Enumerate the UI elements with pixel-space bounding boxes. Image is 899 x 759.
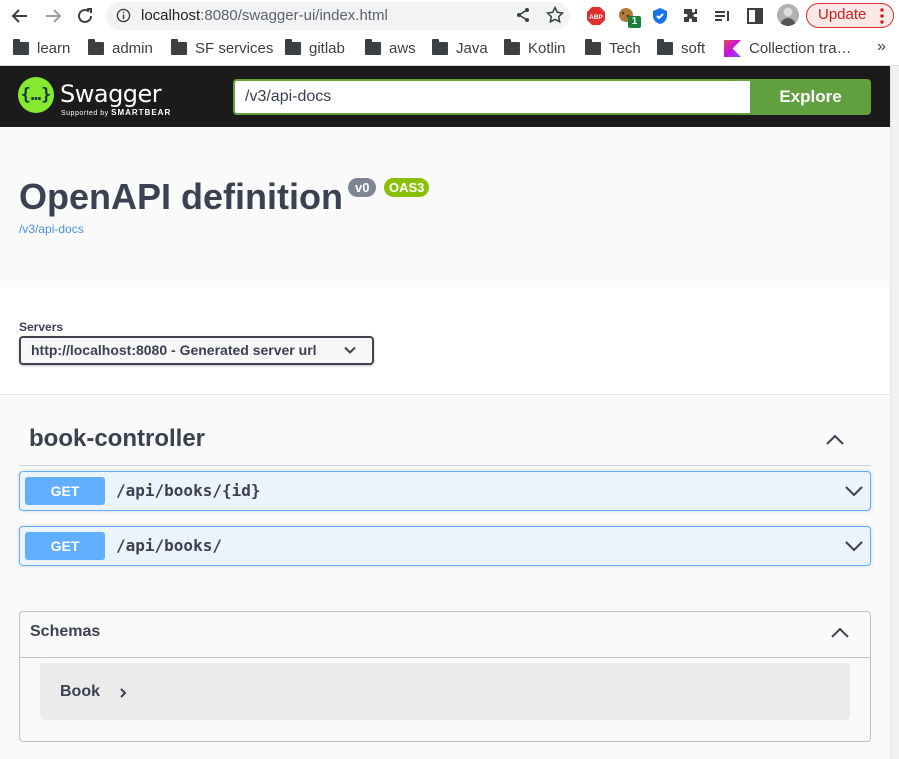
tag-divider xyxy=(19,465,871,466)
more-bookmarks-button[interactable]: » xyxy=(877,38,886,56)
side-panel-icon[interactable] xyxy=(745,6,765,26)
schemas-divider xyxy=(20,657,870,658)
tag-title[interactable]: book-controller xyxy=(29,425,205,453)
back-arrow-icon xyxy=(11,9,27,23)
shield-extension-icon[interactable] xyxy=(650,6,670,26)
bookmark-learn[interactable]: learn xyxy=(13,38,71,57)
folder-icon xyxy=(13,38,29,55)
svg-text:ABP: ABP xyxy=(589,14,603,21)
bookmark-label: Collection tra… xyxy=(749,39,852,57)
bookmark-collection[interactable]: Collection tra… xyxy=(724,39,852,57)
update-label: Update xyxy=(818,6,867,23)
method-badge: GET xyxy=(25,532,105,560)
abp-icon[interactable]: ABP xyxy=(586,6,606,26)
bookmark-aws[interactable]: aws xyxy=(365,38,416,57)
explore-button[interactable]: Explore xyxy=(750,79,871,115)
schemas-title[interactable]: Schemas xyxy=(30,623,100,641)
kebab-menu-icon[interactable] xyxy=(878,7,886,25)
back-button[interactable] xyxy=(8,4,32,28)
folder-icon xyxy=(504,38,520,55)
model-container[interactable] xyxy=(40,663,850,720)
logo-sub-prefix: Supported by xyxy=(61,110,109,117)
page-title: OpenAPI definition xyxy=(19,176,343,217)
bookmark-star-icon[interactable] xyxy=(546,6,564,24)
url-host: localhost xyxy=(141,7,201,24)
chevron-down-icon[interactable] xyxy=(843,480,865,502)
extension-badge: 1 xyxy=(628,16,641,28)
chevron-down-icon xyxy=(344,346,356,354)
bookmark-label: SF services xyxy=(195,39,274,57)
bookmark-gitlab[interactable]: gitlab xyxy=(285,38,345,57)
kotlin-icon xyxy=(724,39,741,57)
method-badge: GET xyxy=(25,477,105,505)
bookmark-java[interactable]: Java xyxy=(432,38,488,57)
bookmark-kotlin[interactable]: Kotlin xyxy=(504,38,566,57)
oas-badge: OAS3 xyxy=(384,178,430,197)
api-docs-link[interactable]: /v3/api-docs xyxy=(19,222,84,236)
share-icon[interactable] xyxy=(515,7,531,23)
bookmark-label: aws xyxy=(389,39,416,57)
bookmark-label: Java xyxy=(456,39,488,57)
bookmark-label: soft xyxy=(681,39,706,57)
folder-icon xyxy=(657,38,673,55)
version-badge: v0 xyxy=(348,178,377,197)
folder-icon xyxy=(285,38,301,55)
profile-avatar[interactable] xyxy=(777,4,799,26)
chevron-up-icon[interactable] xyxy=(823,428,847,452)
reload-icon xyxy=(78,8,92,23)
chevron-down-icon[interactable] xyxy=(843,535,865,557)
page-scrollbar[interactable] xyxy=(890,66,899,759)
servers-selected-value: http://localhost:8080 - Generated server… xyxy=(31,342,317,358)
bookmark-admin[interactable]: admin xyxy=(88,38,153,57)
model-name[interactable]: Book xyxy=(60,683,100,701)
bookmark-label: Tech xyxy=(609,39,641,57)
bookmark-tech[interactable]: Tech xyxy=(585,38,641,57)
url-text[interactable]: localhost:8080/swagger-ui/index.html xyxy=(141,7,388,24)
folder-icon xyxy=(88,38,104,55)
bookmark-label: gitlab xyxy=(309,39,345,57)
puzzle-extensions-icon[interactable] xyxy=(681,6,701,26)
bookmark-label: learn xyxy=(37,39,71,57)
bookmark-sf-services[interactable]: SF services xyxy=(171,38,274,57)
folder-icon xyxy=(585,38,601,55)
avatar-icon xyxy=(780,7,796,26)
folder-icon xyxy=(171,38,187,55)
url-path: :8080/swagger-ui/index.html xyxy=(200,7,388,24)
bookmark-label: admin xyxy=(112,39,153,57)
operation-path: /api/books/ xyxy=(116,536,222,555)
swagger-logo-icon[interactable]: {…} xyxy=(18,77,54,113)
logo-sub-brand: SMARTBEAR xyxy=(111,108,172,117)
swagger-logo-name[interactable]: Swagger xyxy=(60,80,162,108)
servers-label: Servers xyxy=(19,320,64,334)
reload-button[interactable] xyxy=(73,4,97,28)
folder-icon xyxy=(365,38,381,55)
chevron-right-icon[interactable] xyxy=(117,686,129,700)
spec-url-input[interactable] xyxy=(233,79,751,115)
bookmark-label: Kotlin xyxy=(528,39,566,57)
bookmark-soft[interactable]: soft xyxy=(657,38,706,57)
operation-path: /api/books/{id} xyxy=(116,481,261,500)
swagger-logo-subtitle: Supported by SMARTBEAR xyxy=(61,108,171,117)
folder-icon xyxy=(432,38,448,55)
reading-list-icon[interactable] xyxy=(712,6,732,26)
info-icon[interactable] xyxy=(116,8,131,23)
forward-arrow-icon xyxy=(46,9,62,23)
forward-button[interactable] xyxy=(41,4,65,28)
chevron-up-icon[interactable] xyxy=(828,621,852,645)
